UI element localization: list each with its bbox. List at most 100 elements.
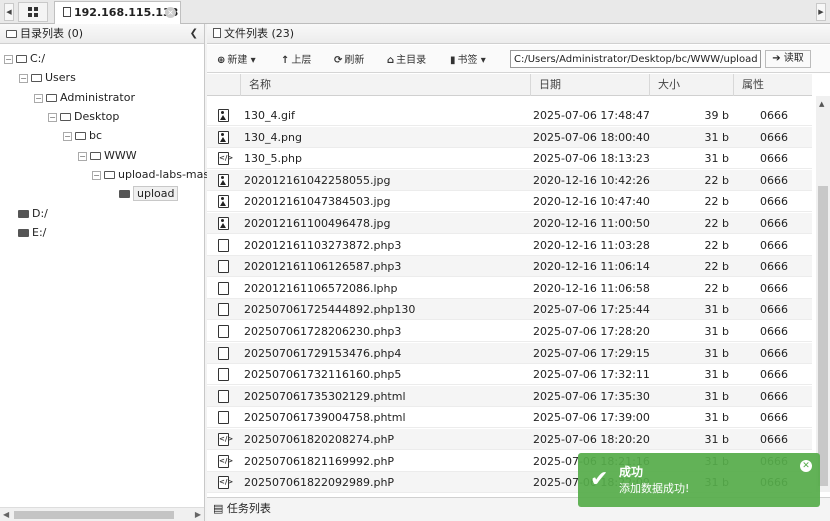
- file-name: 202507061739004758.phtml: [244, 411, 406, 425]
- scroll-right-icon[interactable]: ▶: [195, 508, 201, 521]
- file-icon: [218, 238, 229, 252]
- scrollbar-thumb[interactable]: [818, 186, 828, 486]
- scroll-up-icon[interactable]: ▲: [819, 100, 824, 108]
- file-attr: 0666: [760, 389, 788, 403]
- file-row[interactable]: 202012161047384503.jpg 2020-12-16 10:47:4…: [207, 191, 812, 213]
- file-list-panel: 文件列表 (23) ⊕新建 ▾ ↑上层 ⟳刷新 ⌂主目录 ▮书签 ▾ ➔ 读取 …: [207, 24, 830, 521]
- task-list-label: 任务列表: [226, 502, 271, 515]
- file-row[interactable]: 202507061725444892.php130 2025-07-06 17:2…: [207, 299, 812, 321]
- tab-host[interactable]: 192.168.115.133 ×: [54, 1, 181, 24]
- tree-node-upload[interactable]: upload: [119, 186, 179, 201]
- file-row[interactable]: 130_4.gif 2025-07-06 17:48:47 39 b 0666: [207, 105, 812, 126]
- collapse-node-icon[interactable]: −: [4, 55, 13, 64]
- file-attr: 0666: [760, 130, 788, 144]
- file-icon-cell: [207, 299, 240, 320]
- file-icon-cell: [207, 407, 240, 428]
- tree-node-label: Administrator: [60, 91, 135, 104]
- file-name: 202507061732116160.php5: [244, 368, 402, 382]
- tree-node-administrator[interactable]: − Administrator: [34, 91, 135, 105]
- file-date: 2025-07-06 17:39:00: [533, 411, 650, 425]
- close-tab-icon[interactable]: ×: [165, 7, 176, 18]
- file-row[interactable]: 202507061735302129.phtml 2025-07-06 17:35…: [207, 385, 812, 407]
- file-row[interactable]: </> 130_5.php 2025-07-06 18:13:23 31 b 0666: [207, 148, 812, 170]
- file-size: 31 b: [704, 368, 729, 382]
- file-size: 22 b: [704, 173, 729, 187]
- column-date[interactable]: 日期: [530, 74, 649, 96]
- file-row[interactable]: 202507061732116160.php5 2025-07-06 17:32:…: [207, 364, 812, 386]
- new-button[interactable]: ⊕ 新建 ▾: [217, 51, 256, 66]
- tree-node-e-drive[interactable]: E:/: [18, 226, 46, 240]
- tab-scroll-right-button[interactable]: ▶: [816, 3, 826, 21]
- collapse-node-icon[interactable]: −: [19, 74, 28, 83]
- tree-node-bc[interactable]: − bc: [63, 129, 102, 143]
- file-row[interactable]: 202012161042258055.jpg 2020-12-16 10:42:2…: [207, 169, 812, 191]
- tree-node-label: WWW: [104, 149, 137, 162]
- file-date: 2020-12-16 10:47:40: [533, 195, 650, 209]
- image-file-icon: [218, 217, 229, 230]
- column-attr[interactable]: 属性: [733, 74, 812, 96]
- file-date: 2020-12-16 11:03:28: [533, 238, 650, 252]
- path-input[interactable]: [510, 50, 761, 68]
- file-row[interactable]: 130_4.png 2025-07-06 18:00:40 31 b 0666: [207, 126, 812, 148]
- up-button[interactable]: ↑ 上层: [281, 51, 311, 66]
- file-icon-cell: [207, 235, 240, 256]
- file-list-header: 文件列表 (23): [207, 24, 830, 44]
- file-row[interactable]: </> 202507061820208274.phP 2025-07-06 18:2…: [207, 429, 812, 450]
- directory-horizontal-scrollbar[interactable]: ◀ ▶: [0, 507, 204, 521]
- file-row[interactable]: 202507061729153476.php4 2025-07-06 17:29:…: [207, 342, 812, 364]
- collapse-node-icon[interactable]: −: [63, 132, 72, 141]
- tree-node-label: E:/: [32, 226, 47, 239]
- tree-node-upload-labs[interactable]: − upload-labs-mast: [92, 168, 213, 182]
- directory-panel-title: 目录列表 (0): [20, 27, 84, 40]
- collapse-panel-icon[interactable]: ❮: [190, 24, 198, 44]
- file-date: 2025-07-06 17:25:44: [533, 303, 650, 317]
- tree-node-d-drive[interactable]: D:/: [18, 207, 48, 221]
- file-name: 202507061821169992.phP: [244, 454, 395, 468]
- file-row[interactable]: 202012161106126587.php3 2020-12-16 11:06:…: [207, 256, 812, 278]
- tree-node-www[interactable]: − WWW: [78, 149, 137, 163]
- refresh-button[interactable]: ⟳ 刷新: [334, 51, 364, 66]
- file-row[interactable]: 202012161106572086.lphp 2020-12-16 11:06:…: [207, 278, 812, 299]
- file-icon-cell: [207, 364, 240, 385]
- home-button[interactable]: ⌂ 主目录: [387, 51, 426, 66]
- tree-node-c-drive[interactable]: − C:/: [4, 52, 45, 66]
- file-list-vertical-scrollbar[interactable]: ▲: [816, 96, 830, 492]
- collapse-node-icon[interactable]: −: [92, 171, 101, 180]
- collapse-node-icon[interactable]: −: [48, 113, 57, 122]
- tree-node-users[interactable]: − Users: [19, 71, 76, 85]
- arrow-right-icon: ➔: [772, 53, 781, 64]
- new-button-label: 新建: [227, 55, 248, 66]
- column-name[interactable]: 名称: [240, 74, 530, 96]
- file-size: 39 b: [704, 109, 729, 122]
- file-date: 2025-07-06 18:00:40: [533, 130, 650, 144]
- tab-bar: ◀ 192.168.115.133 × ▶: [0, 0, 830, 24]
- tree-node-desktop[interactable]: − Desktop: [48, 110, 119, 124]
- document-icon: [63, 7, 71, 17]
- file-row[interactable]: 202012161100496478.jpg 2020-12-16 11:00:5…: [207, 213, 812, 234]
- file-date: 2025-07-06 17:32:11: [533, 368, 650, 382]
- file-name: 202507061822092989.phP: [244, 476, 395, 490]
- image-file-icon: [218, 130, 229, 144]
- file-attr: 0666: [760, 238, 788, 252]
- file-size: 22 b: [704, 260, 729, 274]
- plus-circle-icon: ⊕: [217, 55, 226, 66]
- close-toast-icon[interactable]: ✕: [800, 460, 812, 472]
- collapse-node-icon[interactable]: −: [34, 94, 43, 103]
- file-attr: 0666: [760, 152, 788, 166]
- read-button[interactable]: ➔ 读取: [765, 50, 811, 68]
- file-row[interactable]: 202507061739004758.phtml 2025-07-06 17:39…: [207, 407, 812, 429]
- file-row[interactable]: 202507061728206230.php3 2025-07-06 17:28:…: [207, 321, 812, 342]
- collapse-node-icon[interactable]: −: [78, 152, 87, 161]
- scroll-left-icon[interactable]: ◀: [3, 508, 9, 521]
- file-attr: 0666: [760, 109, 788, 122]
- tab-scroll-left-button[interactable]: ◀: [4, 3, 14, 21]
- scrollbar-thumb[interactable]: [14, 511, 174, 519]
- file-row[interactable]: 202012161103273872.php3 2020-12-16 11:03:…: [207, 235, 812, 256]
- bookmark-button[interactable]: ▮ 书签 ▾: [450, 51, 486, 66]
- tab-grid-button[interactable]: [18, 2, 48, 22]
- code-file-icon: </>: [218, 476, 233, 490]
- file-date: 2020-12-16 11:00:50: [533, 217, 650, 230]
- column-size[interactable]: 大小: [649, 74, 733, 96]
- file-attr: 0666: [760, 281, 788, 295]
- file-icon-cell: [207, 321, 240, 342]
